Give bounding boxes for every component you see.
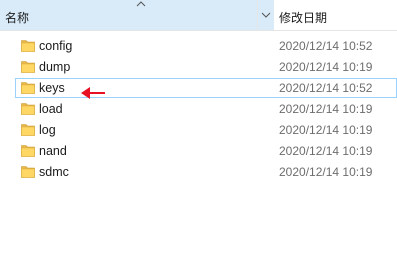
file-row-log[interactable]: log 2020/12/14 10:19 xyxy=(15,120,397,140)
folder-icon xyxy=(21,103,35,115)
file-modified-date: 2020/12/14 10:19 xyxy=(279,102,373,116)
date-column-header[interactable]: 修改日期 xyxy=(279,9,327,26)
sort-up-icon xyxy=(136,1,146,7)
folder-icon xyxy=(21,166,35,178)
file-modified-date: 2020/12/14 10:19 xyxy=(279,165,373,179)
folder-icon xyxy=(21,124,35,136)
file-row-sdmc[interactable]: sdmc 2020/12/14 10:19 xyxy=(15,162,397,182)
chevron-down-icon xyxy=(261,12,271,18)
folder-icon xyxy=(21,61,35,73)
file-name: load xyxy=(39,102,63,116)
folder-icon xyxy=(21,82,35,94)
file-name: nand xyxy=(39,144,67,158)
file-name: config xyxy=(39,39,73,53)
file-name: keys xyxy=(39,81,65,95)
folder-icon xyxy=(21,40,35,52)
file-row-keys[interactable]: keys 2020/12/14 10:52 xyxy=(15,78,397,98)
file-modified-date: 2020/12/14 10:19 xyxy=(279,60,373,74)
red-arrow-annotation xyxy=(81,87,105,99)
folder-icon xyxy=(21,145,35,157)
file-name: sdmc xyxy=(39,165,69,179)
file-modified-date: 2020/12/14 10:19 xyxy=(279,144,373,158)
file-row-config[interactable]: config 2020/12/14 10:52 xyxy=(15,36,397,56)
file-row-nand[interactable]: nand 2020/12/14 10:19 xyxy=(15,141,397,161)
file-modified-date: 2020/12/14 10:52 xyxy=(279,39,373,53)
file-modified-date: 2020/12/14 10:19 xyxy=(279,123,373,137)
file-name: log xyxy=(39,123,56,137)
column-header-bar: 名称 修改日期 xyxy=(0,0,397,31)
name-column-label: 名称 xyxy=(5,11,30,25)
file-modified-date: 2020/12/14 10:52 xyxy=(279,81,373,95)
file-row-dump[interactable]: dump 2020/12/14 10:19 xyxy=(15,57,397,77)
name-column-header[interactable]: 名称 xyxy=(0,0,257,30)
column-filter-dropdown[interactable] xyxy=(258,0,274,30)
file-row-load[interactable]: load 2020/12/14 10:19 xyxy=(15,99,397,119)
file-name: dump xyxy=(39,60,71,74)
